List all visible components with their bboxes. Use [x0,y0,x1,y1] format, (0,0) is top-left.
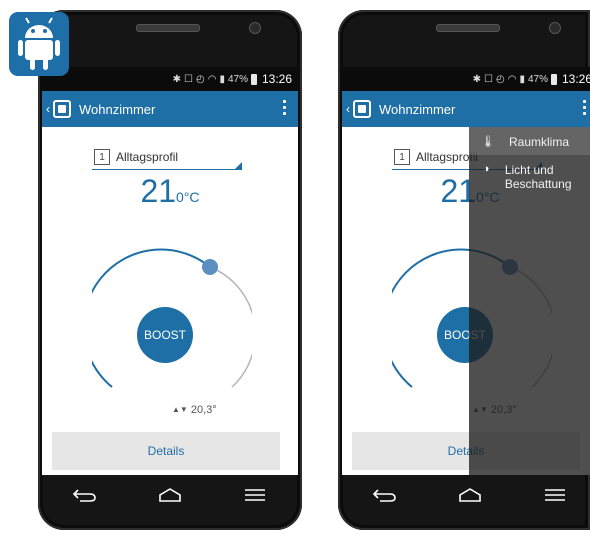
navigation-bar [42,475,298,515]
phone-icon: ☐ [484,73,493,85]
target-temp-decimal: 0°C [176,189,200,205]
navigation-drawer: 🌡 Raumklima ◑ Licht und Beschattung [469,127,590,475]
profile-number: 1 [94,149,110,165]
profile-dropdown[interactable]: 1 Alltagsprofil [92,145,242,170]
alarm-icon: ◴ [195,73,205,85]
speaker-grille [436,24,500,32]
menu-nav-icon[interactable] [542,487,568,503]
status-bar: ✱ ☐ ◴ ◠ ▮ 47% 13:26 [42,67,298,91]
back-nav-icon[interactable] [72,487,98,503]
target-temperature: 210°C [42,173,298,210]
room-title: Wohnzimmer [79,101,156,117]
front-camera [249,22,261,34]
screen-drawer-open: ✱ ☐ ◴ ◠ ▮ 47% 13:26 ‹ Wohnzimmer 1 Allta… [342,67,590,475]
target-temp-value: 21 [140,173,177,209]
profile-number: 1 [394,149,410,165]
thermometer-icon: 🌡 [481,136,495,148]
back-nav-icon[interactable] [372,487,398,503]
speaker-grille [136,24,200,32]
phone-left: ✱ ☐ ◴ ◠ ▮ 47% 13:26 ‹ Wohnzimmer 1 Allta… [38,10,302,530]
dial-handle[interactable] [202,259,218,275]
back-arrow-icon[interactable]: ‹ [346,102,350,116]
battery-icon [550,73,557,85]
details-button[interactable]: Details [52,432,280,470]
android-logo-badge [9,12,69,76]
screen-main: ✱ ☐ ◴ ◠ ▮ 47% 13:26 ‹ Wohnzimmer 1 Allta… [42,67,298,475]
drawer-item-label: Raumklima [509,135,570,149]
status-clock: 13:26 [561,72,590,86]
room-title: Wohnzimmer [379,101,456,117]
overflow-menu-icon[interactable] [583,100,586,103]
battery-percent: 47% [227,73,248,85]
menu-nav-icon[interactable] [242,487,268,503]
app-logo-icon [53,100,71,118]
up-down-arrows-icon: ▲▼ [172,405,188,414]
overflow-menu-icon[interactable] [283,100,286,103]
android-robot-icon [18,17,60,70]
current-temperature: ▲▼ 20,3° [172,404,217,416]
signal-icon: ▮ [219,73,225,85]
temperature-dial[interactable] [92,219,252,389]
drawer-item-label: Licht und Beschattung [504,163,572,191]
profile-name: Alltagsprofil [116,150,179,164]
half-sun-icon: ◑ [482,163,490,175]
battery-percent: 47% [527,73,548,85]
status-clock: 13:26 [261,72,292,86]
drawer-item-raumklima[interactable]: 🌡 Raumklima [469,127,590,155]
signal-icon: ▮ [519,73,525,85]
navigation-bar [342,475,590,515]
alarm-icon: ◴ [495,73,505,85]
wifi-icon: ◠ [207,73,217,85]
app-bar: ‹ Wohnzimmer [342,91,590,127]
phone-right: ✱ ☐ ◴ ◠ ▮ 47% 13:26 ‹ Wohnzimmer 1 Allta… [338,10,590,530]
bluetooth-icon: ✱ [472,73,481,85]
back-arrow-icon[interactable]: ‹ [46,102,50,116]
phone-icon: ☐ [184,73,193,85]
home-nav-icon[interactable] [457,487,483,503]
home-nav-icon[interactable] [157,487,183,503]
bluetooth-icon: ✱ [172,73,181,85]
front-camera [549,22,561,34]
boost-button[interactable]: BOOST [137,307,193,363]
wifi-icon: ◠ [507,73,517,85]
status-bar: ✱ ☐ ◴ ◠ ▮ 47% 13:26 [342,67,590,91]
battery-icon [250,73,257,85]
drawer-item-licht-beschattung[interactable]: ◑ Licht und Beschattung [469,155,590,197]
current-temp-value: 20,3° [190,404,217,416]
app-logo-icon [353,100,371,118]
app-bar: ‹ Wohnzimmer [42,91,298,127]
dropdown-indicator-icon [235,162,242,169]
